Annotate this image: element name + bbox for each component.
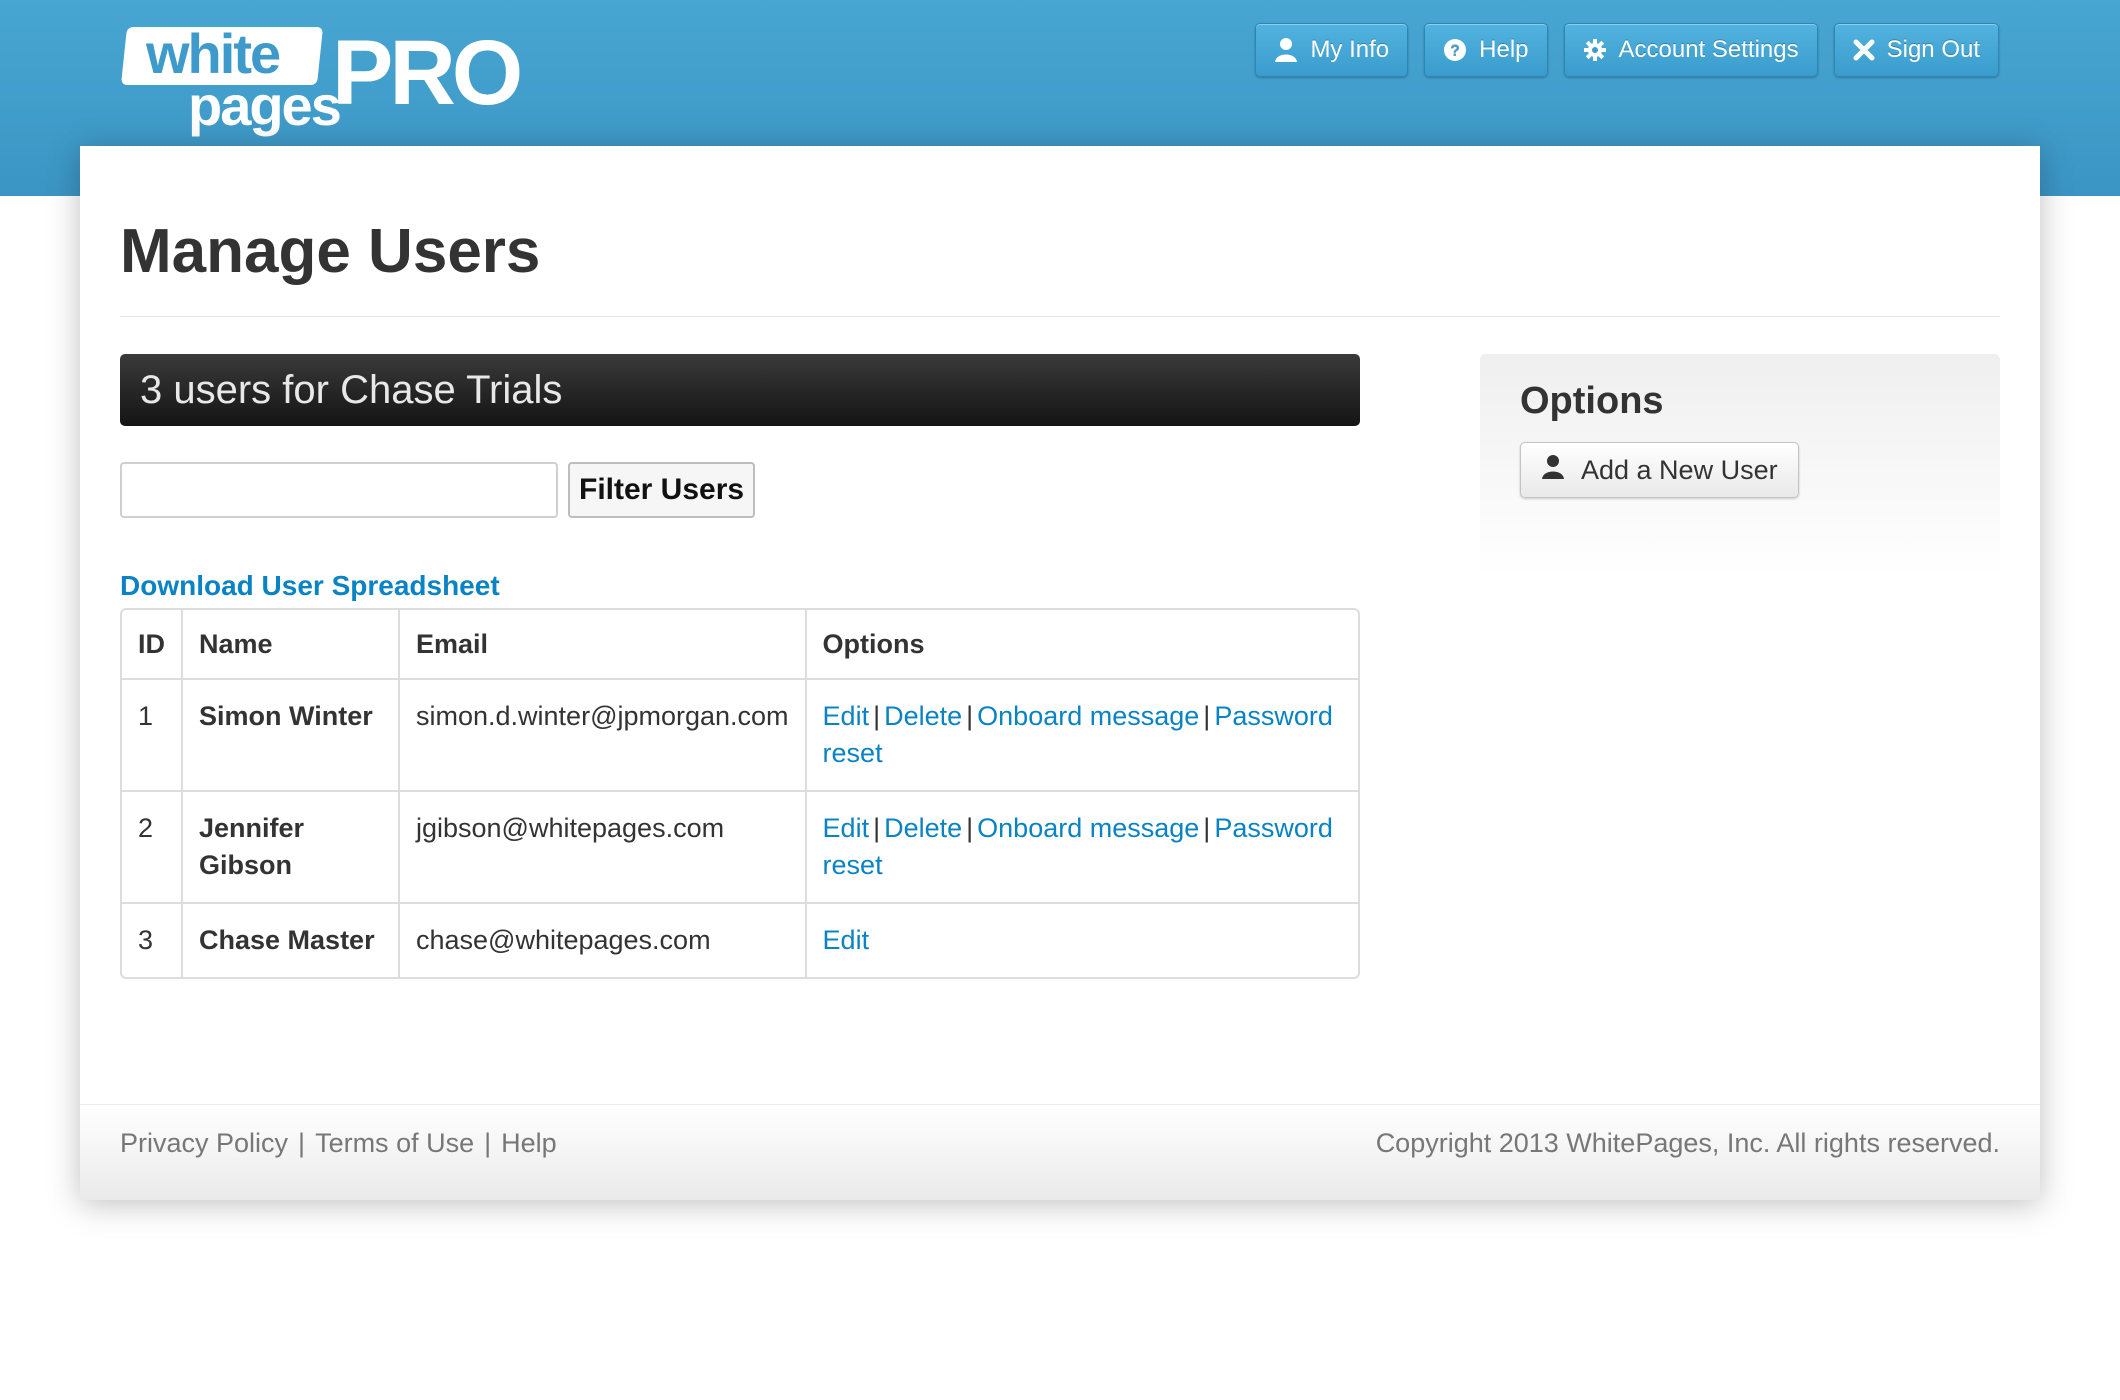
col-header-name: Name: [181, 610, 398, 678]
edit-user-link[interactable]: Edit: [823, 701, 870, 731]
cell-name: Simon Winter: [181, 678, 398, 790]
options-panel: Options Add a New User: [1480, 354, 2000, 576]
logo-mark: white pages: [118, 21, 342, 137]
close-icon: [1853, 39, 1875, 61]
cell-email: simon.d.winter@jpmorgan.com: [398, 678, 805, 790]
users-count-header: 3 users for Chase Trials: [120, 354, 1360, 426]
separator: |: [966, 701, 974, 731]
copyright-text: Copyright 2013 WhitePages, Inc. All righ…: [1375, 1127, 2000, 1158]
sign-out-label: Sign Out: [1886, 36, 1980, 63]
cell-id: 2: [122, 790, 181, 902]
col-header-options: Options: [804, 610, 1358, 678]
sign-out-button[interactable]: Sign Out: [1833, 23, 1999, 77]
user-icon: [1541, 454, 1565, 487]
logo-text-pages: pages: [188, 74, 342, 137]
privacy-policy-link[interactable]: Privacy Policy: [120, 1128, 288, 1159]
cell-id: 3: [122, 902, 181, 977]
onboard-message-link[interactable]: Onboard message: [977, 701, 1199, 731]
my-info-label: My Info: [1310, 36, 1390, 63]
users-table: ID Name Email Options 1 Simon Winter sim…: [120, 608, 1360, 979]
help-label: Help: [1479, 36, 1529, 63]
terms-of-use-link[interactable]: Terms of Use: [315, 1128, 474, 1159]
table-row: 2 Jennifer Gibson jgibson@whitepages.com…: [122, 790, 1358, 902]
options-title: Options: [1520, 380, 1664, 422]
delete-user-link[interactable]: Delete: [884, 701, 962, 731]
table-row: 1 Simon Winter simon.d.winter@jpmorgan.c…: [122, 678, 1358, 790]
top-nav: My Info ? Help Account Settings Sign Out: [1255, 23, 1999, 77]
cell-options: Edit | Delete | Onboard message | Password res…: [804, 678, 1358, 790]
filter-users-input[interactable]: [120, 462, 558, 518]
footer-separator: |: [484, 1127, 492, 1158]
account-settings-label: Account Settings: [1618, 36, 1799, 63]
separator: |: [1203, 701, 1211, 731]
separator: |: [873, 701, 881, 731]
edit-user-link[interactable]: Edit: [823, 813, 870, 843]
main-card: Manage Users 3 users for Chase Trials Fi…: [80, 146, 2040, 1200]
account-settings-button[interactable]: Account Settings: [1563, 23, 1818, 77]
logo-text-pro: PRO: [332, 21, 523, 124]
footer-links: Privacy Policy | Terms of Use | Help: [120, 1105, 557, 1181]
cell-options: Edit | Delete | Onboard message | Password res…: [804, 790, 1358, 902]
cell-name: Chase Master: [181, 902, 398, 977]
cell-id: 1: [122, 678, 181, 790]
user-icon: [1274, 37, 1298, 63]
col-header-id: ID: [138, 628, 165, 659]
separator: |: [966, 813, 974, 843]
whitepages-pro-logo[interactable]: white pages PRO: [118, 20, 523, 137]
separator: |: [873, 813, 881, 843]
table-header-row: ID Name Email Options: [122, 610, 1358, 678]
add-new-user-button[interactable]: Add a New User: [1520, 442, 1799, 498]
onboard-message-link[interactable]: Onboard message: [977, 813, 1199, 843]
separator: |: [1203, 813, 1211, 843]
cell-options: Edit: [804, 902, 1358, 977]
gear-icon: [1583, 38, 1607, 62]
delete-user-link[interactable]: Delete: [884, 813, 962, 843]
col-header-email: Email: [398, 610, 805, 678]
footer-help-link[interactable]: Help: [501, 1128, 557, 1159]
page-title: Manage Users: [120, 217, 541, 286]
table-row: 3 Chase Master chase@whitepages.com Edit: [122, 902, 1358, 977]
help-button[interactable]: ? Help: [1424, 23, 1548, 77]
cell-name: Jennifer Gibson: [181, 790, 398, 902]
download-spreadsheet-link[interactable]: Download User Spreadsheet: [120, 570, 500, 602]
svg-text:?: ?: [1450, 43, 1460, 60]
edit-user-link[interactable]: Edit: [823, 925, 870, 955]
title-divider: [120, 316, 2000, 317]
footer: Privacy Policy | Terms of Use | Help Cop…: [80, 1104, 2040, 1200]
cell-email: jgibson@whitepages.com: [398, 790, 805, 902]
footer-separator: |: [298, 1127, 306, 1158]
filter-users-button[interactable]: Filter Users: [568, 462, 756, 518]
add-new-user-label: Add a New User: [1581, 454, 1778, 485]
my-info-button[interactable]: My Info: [1255, 23, 1409, 77]
question-circle-icon: ?: [1443, 38, 1467, 62]
cell-email: chase@whitepages.com: [398, 902, 805, 977]
